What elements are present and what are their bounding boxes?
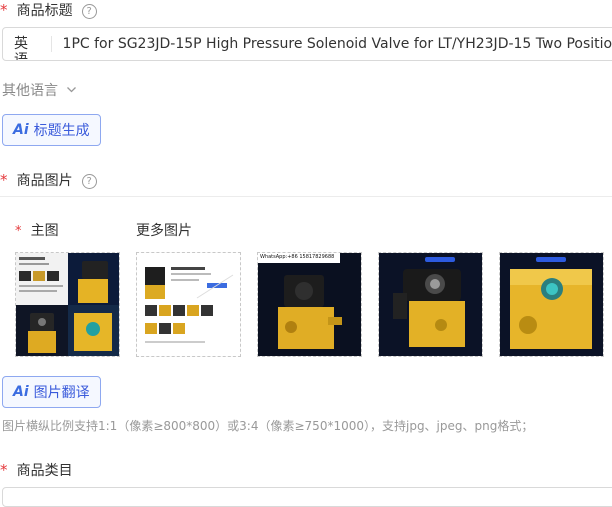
main-image-header: * 主图 [15, 220, 59, 240]
category-section-label: 商品类目 [16, 463, 73, 479]
ai-image-translate-button[interactable]: Ai 图片翻译 [2, 376, 101, 408]
title-input[interactable]: 1PC for SG23JD-15P High Pressure Solenoi… [52, 36, 612, 52]
ai-icon: Ai [13, 122, 29, 138]
language-tag: 英语 [3, 36, 52, 60]
more-image-thumbnail-1[interactable] [136, 252, 241, 357]
image-section-header: * 商品图片 ? [0, 170, 97, 190]
title-section-header: * 商品标题 ? [0, 0, 97, 20]
more-image-thumbnail-4[interactable] [499, 252, 604, 357]
required-mark: * [0, 171, 8, 189]
chevron-down-icon [67, 87, 77, 93]
product-image [137, 253, 240, 356]
product-image [258, 253, 361, 356]
product-image [500, 253, 603, 356]
category-section-header: * 商品类目 [0, 460, 73, 480]
image-section-label: 商品图片 [16, 173, 73, 189]
other-languages-label: 其他语言 [2, 83, 58, 99]
more-image-thumbnail-2[interactable]: WhatsApp:+86 15817829688 [257, 252, 362, 357]
image-format-hint: 图片横纵比例支持1:1（像素≥800*800）或3:4（像素≥750*1000）… [2, 419, 534, 433]
other-languages-toggle[interactable]: 其他语言 [2, 80, 77, 100]
more-image-thumbnail-3[interactable] [378, 252, 483, 357]
product-image [16, 253, 119, 356]
question-circle-icon[interactable]: ? [81, 4, 97, 19]
main-image-label: 主图 [30, 223, 59, 239]
ai-image-translate-label: 图片翻译 [33, 385, 90, 401]
required-mark: * [0, 1, 8, 19]
ai-title-generate-label: 标题生成 [33, 123, 90, 139]
title-section-label: 商品标题 [16, 3, 73, 19]
more-images-label: 更多图片 [136, 223, 192, 239]
category-select[interactable] [2, 487, 612, 507]
ai-title-generate-button[interactable]: Ai 标题生成 [2, 114, 101, 146]
title-input-box[interactable]: 英语 1PC for SG23JD-15P High Pressure Sole… [2, 27, 612, 61]
ai-icon: Ai [13, 384, 29, 400]
question-circle-icon[interactable]: ? [81, 174, 97, 189]
thumbnail-caption: WhatsApp:+86 15817829688 [260, 254, 335, 260]
required-mark: * [0, 461, 8, 479]
product-image [379, 253, 482, 356]
main-image-thumbnail[interactable] [15, 252, 120, 357]
required-mark: * [15, 224, 22, 239]
